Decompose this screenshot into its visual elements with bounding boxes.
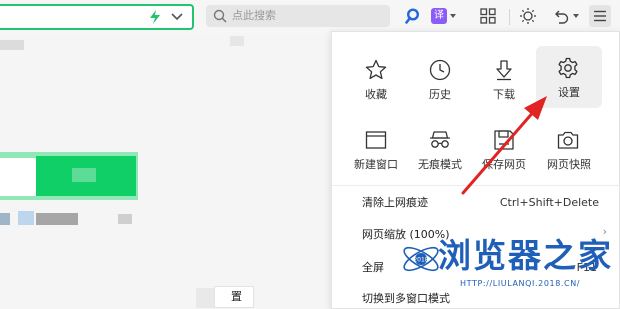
page-fragment-label: 置 — [231, 290, 242, 303]
menu-tile-snapshot[interactable]: 网页快照 — [536, 118, 602, 180]
lightning-icon[interactable] — [148, 9, 162, 25]
hamburger-icon — [594, 10, 606, 22]
menu-tile-history[interactable]: 历史 — [408, 48, 472, 110]
download-icon — [496, 60, 512, 81]
menu-row-label: 清除上网痕迹 — [362, 196, 428, 209]
search-icon — [213, 9, 227, 23]
translate-icon: 译 — [431, 8, 447, 24]
search-placeholder: 点此搜索 — [232, 9, 276, 22]
menu-tile-label: 设置 — [558, 86, 580, 99]
watermark-url: HTTP://LIULANQI.2018.CN/ — [460, 279, 581, 288]
watermark: 2018 浏览器之家 HTTP://LIULANQI.2018.CN/ — [400, 236, 614, 298]
menu-divider — [332, 185, 619, 186]
undo-close-tab-button[interactable] — [551, 5, 581, 27]
page-fragment-button[interactable]: 置 — [214, 286, 254, 308]
menu-row-clear-history[interactable]: 清除上网痕迹 Ctrl+Shift+Delete — [332, 192, 619, 214]
blurred-input — [0, 158, 36, 196]
incognito-icon — [430, 131, 450, 148]
caret-down-icon — [450, 14, 456, 18]
blurred-text — [0, 213, 10, 225]
menu-tile-label: 新建窗口 — [354, 158, 398, 171]
watermark-title: 浏览器之家 — [438, 236, 613, 275]
watermark-year: 2018 — [413, 257, 428, 264]
menu-tile-downloads[interactable]: 下载 — [472, 48, 536, 110]
menu-row-label: 全屏 — [362, 261, 384, 274]
atom-logo-icon: 2018 — [403, 246, 439, 272]
blurred-text — [230, 36, 244, 46]
menu-tile-label: 网页快照 — [547, 158, 591, 171]
caret-down-icon — [573, 14, 579, 18]
star-icon — [365, 59, 387, 80]
magnifier-icon — [405, 8, 420, 24]
blurred-text — [118, 214, 132, 224]
gear-icon — [558, 57, 578, 79]
blurred-text — [36, 213, 78, 225]
apps-button[interactable] — [477, 5, 499, 27]
menu-tile-label: 收藏 — [365, 88, 387, 101]
browser-window: 点此搜索 译 置 收藏 历史 下载 设置 新建窗口 无痕模式 保存网页 网页快照… — [0, 0, 620, 309]
menu-tile-settings[interactable]: 设置 — [536, 46, 602, 108]
shortcut-label: Ctrl+Shift+Delete — [499, 196, 599, 209]
blurred-text — [18, 211, 34, 225]
blurred-button-label — [72, 168, 96, 182]
menu-tile-label: 无痕模式 — [418, 158, 462, 171]
blurred-text — [196, 288, 214, 308]
undo-icon — [555, 10, 569, 24]
translate-button[interactable]: 译 — [431, 5, 457, 27]
menu-tile-label: 保存网页 — [482, 158, 526, 171]
menu-tile-incognito[interactable]: 无痕模式 — [408, 118, 472, 180]
address-bar[interactable] — [0, 4, 194, 30]
menu-tile-new-window[interactable]: 新建窗口 — [344, 118, 408, 180]
chevron-down-icon[interactable] — [170, 11, 184, 23]
camera-icon — [557, 131, 579, 149]
grid-icon — [480, 8, 496, 24]
save-icon — [494, 130, 514, 150]
menu-tile-save-page[interactable]: 保存网页 — [472, 118, 536, 180]
theme-button[interactable] — [516, 5, 540, 27]
window-icon — [365, 131, 387, 149]
menu-tile-label: 历史 — [429, 88, 451, 101]
clock-icon — [429, 59, 451, 81]
toolbar: 点此搜索 译 — [0, 0, 620, 34]
blurred-text — [0, 40, 24, 50]
menu-tile-favorites[interactable]: 收藏 — [344, 48, 408, 110]
search-input[interactable]: 点此搜索 — [206, 5, 390, 27]
main-menu-button[interactable] — [589, 5, 611, 27]
sun-icon — [520, 8, 536, 24]
menu-tile-label: 下载 — [493, 88, 515, 101]
toolbar-divider — [509, 9, 510, 25]
search-engine-button[interactable] — [402, 5, 424, 27]
